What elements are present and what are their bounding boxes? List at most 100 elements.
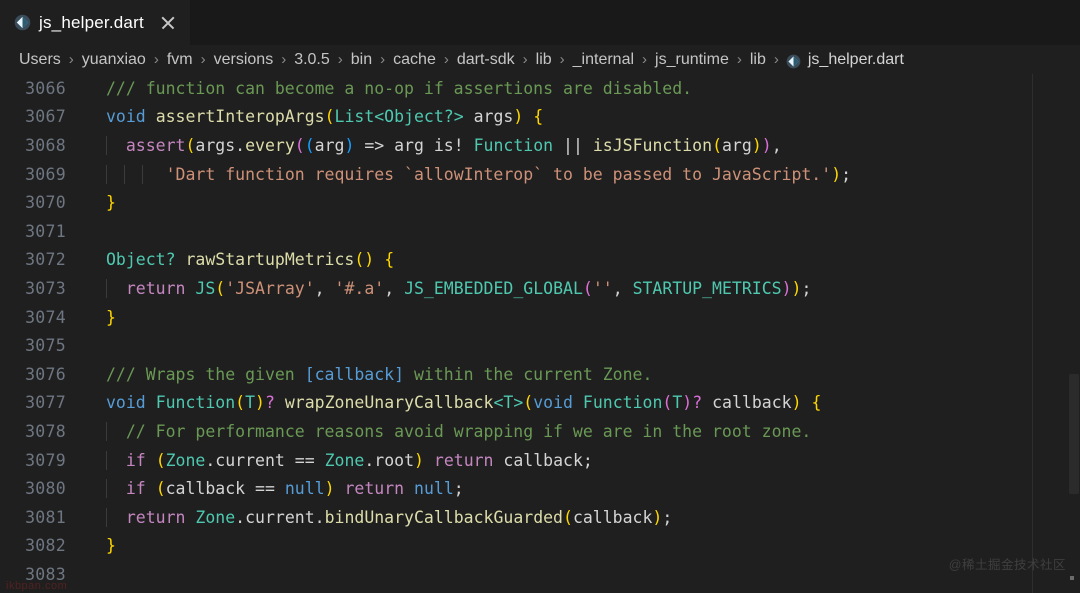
code-token: callback: [702, 393, 792, 413]
code-token: ): [682, 393, 693, 413]
code-token: JS: [195, 278, 216, 298]
breadcrumb-separator: ›: [522, 51, 528, 68]
code-token: {: [384, 250, 395, 270]
line-number: 3069: [25, 164, 66, 184]
code-line[interactable]: 3070}: [0, 188, 1080, 217]
code-token: ;: [801, 278, 812, 298]
breadcrumb-item-cache[interactable]: cache: [392, 51, 437, 69]
code-token: args: [463, 107, 514, 127]
editor-tab-js-helper[interactable]: js_helper.dart: [0, 0, 190, 45]
code-line[interactable]: 3066 /// function can become a no-op if a…: [0, 74, 1080, 103]
breadcrumb-item-js-helper-dart[interactable]: js_helper.dart: [807, 51, 905, 69]
code-line[interactable]: 3069 'Dart function requires `allowInter…: [0, 160, 1080, 189]
code-line[interactable]: 3076 /// Wraps the given [callback] withi…: [0, 360, 1080, 389]
breadcrumb-item-internal[interactable]: _internal: [572, 51, 635, 69]
code-token: bindUnaryCallbackGuarded: [324, 507, 563, 527]
code-line[interactable]: 3073 return JS('JSArray', '#.a', JS_EMBE…: [0, 274, 1080, 303]
breadcrumb-separator: ›: [68, 51, 74, 68]
code-token: .current.: [235, 507, 325, 527]
code-line[interactable]: 3082}: [0, 532, 1080, 561]
code-line[interactable]: 3067 void assertInteropArgs(List<Object?>…: [0, 103, 1080, 132]
code-line[interactable]: 3075: [0, 331, 1080, 360]
close-icon[interactable]: [158, 13, 178, 33]
code-token: callback;: [493, 450, 593, 470]
code-token: within the current Zone.: [404, 364, 653, 384]
code-token: ): [513, 107, 524, 127]
code-token: (: [235, 393, 246, 413]
indent-guide: [142, 164, 143, 184]
code-line[interactable]: 3077 void Function(T)? wrapZoneUnaryCallb…: [0, 389, 1080, 418]
code-line[interactable]: 3079 if (Zone.current == Zone.root) retu…: [0, 446, 1080, 475]
breadcrumb-item-lib[interactable]: lib: [535, 51, 553, 69]
line-number: 3081: [25, 507, 66, 527]
code-line[interactable]: 3072 Object? rawStartupMetrics() {: [0, 246, 1080, 275]
breadcrumb-item-users[interactable]: Users: [18, 51, 62, 69]
breadcrumb-separator: ›: [642, 51, 648, 68]
code-line[interactable]: 3083: [0, 560, 1080, 589]
code-token: }: [106, 536, 116, 556]
code-token: STARTUP_METRICS: [632, 278, 782, 298]
code-line-content: return Zone.current.bindUnaryCallbackGua…: [78, 507, 1080, 527]
code-line[interactable]: 3081 return Zone.current.bindUnaryCallba…: [0, 503, 1080, 532]
indent-guide: [106, 421, 107, 441]
code-token: ,: [612, 278, 633, 298]
code-line[interactable]: 3078 // For performance reasons avoid wr…: [0, 417, 1080, 446]
breadcrumb[interactable]: Users › yuanxiao › fvm › versions › 3.0.5 › bin › ca…: [0, 45, 1080, 74]
breadcrumb-item-yuanxiao[interactable]: yuanxiao: [81, 51, 147, 69]
code-token: List<Object?>: [334, 107, 464, 127]
vertical-scrollbar[interactable]: [1066, 74, 1080, 593]
code-token: ;: [841, 164, 852, 184]
code-editor[interactable]: 3066 /// function can become a no-op if a…: [0, 74, 1080, 593]
breadcrumb-item-fvm[interactable]: fvm: [166, 51, 194, 69]
code-line[interactable]: 3071: [0, 217, 1080, 246]
code-token: Function: [582, 393, 663, 413]
code-token: /// Wraps the given: [106, 364, 305, 384]
code-line[interactable]: 3074}: [0, 303, 1080, 332]
code-token: }: [106, 193, 116, 213]
breadcrumb-item-bin[interactable]: bin: [350, 51, 373, 69]
code-token: '#.a': [334, 278, 385, 298]
indent-guide: [106, 479, 107, 499]
code-line[interactable]: 3068 assert(args.every((arg) => arg is! …: [0, 131, 1080, 160]
breadcrumb-item-dart-sdk[interactable]: dart-sdk: [456, 51, 516, 69]
scrollbar-thumb[interactable]: [1069, 374, 1079, 494]
code-token: (: [294, 135, 305, 155]
code-token: {: [533, 107, 544, 127]
breadcrumb-item-3-0-5[interactable]: 3.0.5: [293, 51, 331, 69]
editor-tab-bar: js_helper.dart: [0, 0, 1080, 45]
code-token: 'Dart function requires `allowInterop` t…: [165, 164, 832, 184]
breadcrumb-separator: ›: [281, 51, 287, 68]
code-line-content: /// function can become a no-op if asser…: [78, 79, 1080, 98]
code-line-content: /// Wraps the given [callback] within th…: [78, 365, 1080, 384]
code-token: (: [662, 393, 673, 413]
breadcrumb-item-versions[interactable]: versions: [213, 51, 275, 69]
breadcrumb-separator: ›: [736, 51, 742, 68]
breadcrumb-item-js-runtime[interactable]: js_runtime: [654, 51, 730, 69]
code-token: Function: [473, 135, 554, 155]
code-token: (: [185, 135, 196, 155]
dart-file-icon: [786, 54, 801, 69]
indent-guide: [106, 450, 107, 470]
code-line-content: }: [78, 308, 1080, 327]
line-number: 3067: [25, 107, 66, 127]
code-line-content: void assertInteropArgs(List<Object?> arg…: [78, 107, 1080, 126]
code-token: ): [652, 507, 663, 527]
code-token: Object?: [106, 250, 176, 270]
line-number: 3077: [25, 393, 66, 413]
breadcrumb-item-lib[interactable]: lib: [749, 51, 767, 69]
minimap-divider: [1032, 74, 1033, 593]
code-token: }: [106, 307, 116, 327]
line-number: 3074: [25, 307, 66, 327]
code-token: Function: [155, 393, 236, 413]
code-line-content: return JS('JSArray', '#.a', JS_EMBEDDED_…: [78, 278, 1080, 298]
code-token: isJSFunction: [592, 135, 713, 155]
editor-tab-label: js_helper.dart: [39, 12, 144, 32]
code-line-content: Object? rawStartupMetrics() {: [78, 250, 1080, 269]
code-token: ;: [453, 479, 464, 499]
code-line[interactable]: 3080 if (callback == null) return null;: [0, 474, 1080, 503]
